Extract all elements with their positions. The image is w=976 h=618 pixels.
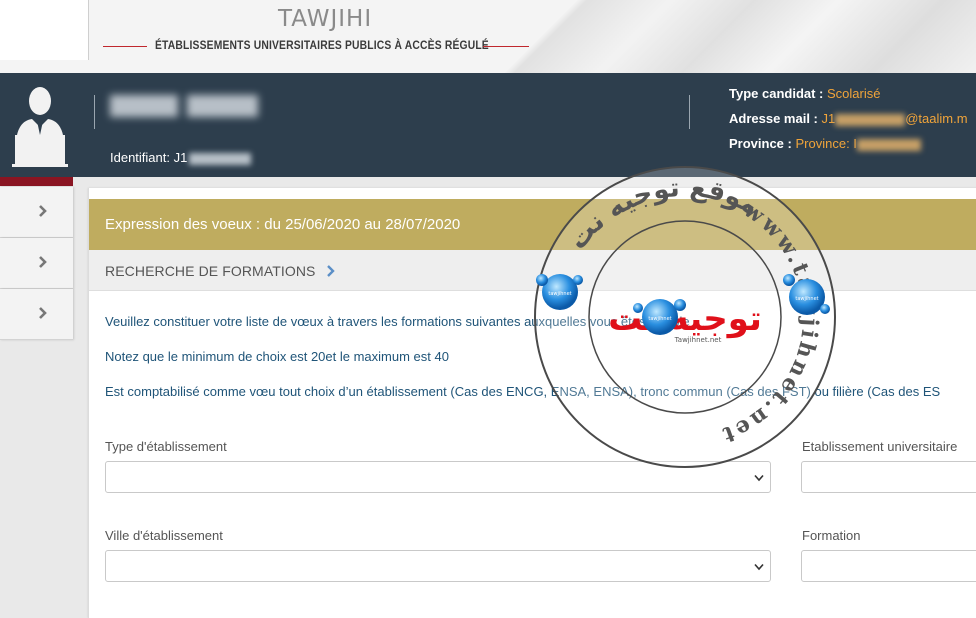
- section-title[interactable]: RECHERCHE DE FORMATIONS: [105, 263, 336, 279]
- email-row: Adresse mail : J1 @taalim.m: [729, 111, 968, 136]
- type-etablissement-select[interactable]: [105, 461, 771, 493]
- province-label: Province :: [729, 136, 792, 151]
- type-candidat-value: Scolarisé: [827, 86, 881, 101]
- sidebar: [0, 177, 73, 611]
- ville-etablissement-select[interactable]: [105, 550, 771, 582]
- header-left-panel: [0, 0, 89, 60]
- email-redacted: [835, 113, 906, 126]
- p2-prefix: Notez que le minimum de choix est: [105, 349, 308, 364]
- info-paragraph-3: Est comptabilisé comme vœu tout choix d’…: [105, 384, 941, 399]
- avatar-user-icon: [12, 87, 68, 167]
- type-candidat-label: Type candidat :: [729, 86, 824, 101]
- type-candidat-row: Type candidat : Scolarisé: [729, 86, 968, 111]
- candidate-info: Type candidat : Scolarisé Adresse mail :…: [729, 86, 968, 161]
- sidebar-item-1[interactable]: [0, 187, 73, 238]
- etablissement-universitaire-select[interactable]: [801, 461, 976, 493]
- p2-min: 20: [310, 349, 326, 364]
- identifiant-label: Identifiant: J1: [110, 150, 188, 165]
- band-divider-left: [94, 95, 95, 129]
- user-name-redacted: [110, 95, 258, 117]
- chevron-right-icon: [326, 265, 335, 277]
- formation-label: Formation: [802, 528, 861, 543]
- province-value: Province: I: [795, 136, 857, 151]
- main-card: Expression des voeux : du 25/06/2020 au …: [88, 188, 976, 618]
- identifiant-redacted: [189, 152, 252, 165]
- sidebar-active-strip: [0, 177, 73, 186]
- p2-max: 40: [434, 349, 449, 364]
- chevron-right-icon: [39, 205, 47, 217]
- ville-etablissement-label: Ville d'établissement: [105, 528, 223, 543]
- brand-title: TAWJIHI: [278, 6, 373, 32]
- info-paragraph-2: Notez que le minimum de choix est 20et l…: [105, 349, 449, 364]
- email-prefix: J1: [821, 111, 836, 126]
- brand-subtitle-wrap: ÉTABLISSEMENTS UNIVERSITAIRES PUBLICS À …: [103, 37, 529, 55]
- top-header: TAWJIHI ÉTABLISSEMENTS UNIVERSITAIRES PU…: [0, 0, 976, 73]
- province-redacted: [856, 138, 921, 151]
- period-text: Expression des voeux : du 25/06/2020 au …: [105, 216, 461, 233]
- type-etablissement-label: Type d'établissement: [105, 439, 227, 454]
- brand-subtitle: ÉTABLISSEMENTS UNIVERSITAIRES PUBLICS À …: [155, 38, 489, 52]
- period-banner: Expression des voeux : du 25/06/2020 au …: [89, 199, 976, 250]
- etablissement-universitaire-label: Etablissement universitaire: [802, 439, 958, 454]
- sidebar-item-3[interactable]: [0, 289, 73, 340]
- formation-select[interactable]: [801, 550, 976, 582]
- identifiant-text: Identifiant: J1: [110, 150, 252, 165]
- sidebar-item-2[interactable]: [0, 238, 73, 289]
- email-label: Adresse mail :: [729, 111, 818, 126]
- brand-line-left: [103, 46, 147, 47]
- section-bar: RECHERCHE DE FORMATIONS: [89, 250, 976, 291]
- p2-middle: et le maximum est: [325, 349, 431, 364]
- chevron-right-icon: [39, 307, 47, 319]
- user-info-band: Identifiant: J1 Type candidat : Scolaris…: [0, 73, 976, 177]
- chevron-down-icon: [754, 563, 764, 571]
- info-paragraph-1: Veuillez constituer votre liste de vœux …: [105, 314, 690, 329]
- brand-line-right: [483, 46, 529, 47]
- band-divider-right: [689, 95, 690, 129]
- email-suffix: @taalim.m: [905, 111, 968, 126]
- section-title-label: RECHERCHE DE FORMATIONS: [105, 263, 316, 279]
- chevron-down-icon: [754, 474, 764, 482]
- chevron-right-icon: [39, 256, 47, 268]
- province-row: Province : Province: I: [729, 136, 968, 161]
